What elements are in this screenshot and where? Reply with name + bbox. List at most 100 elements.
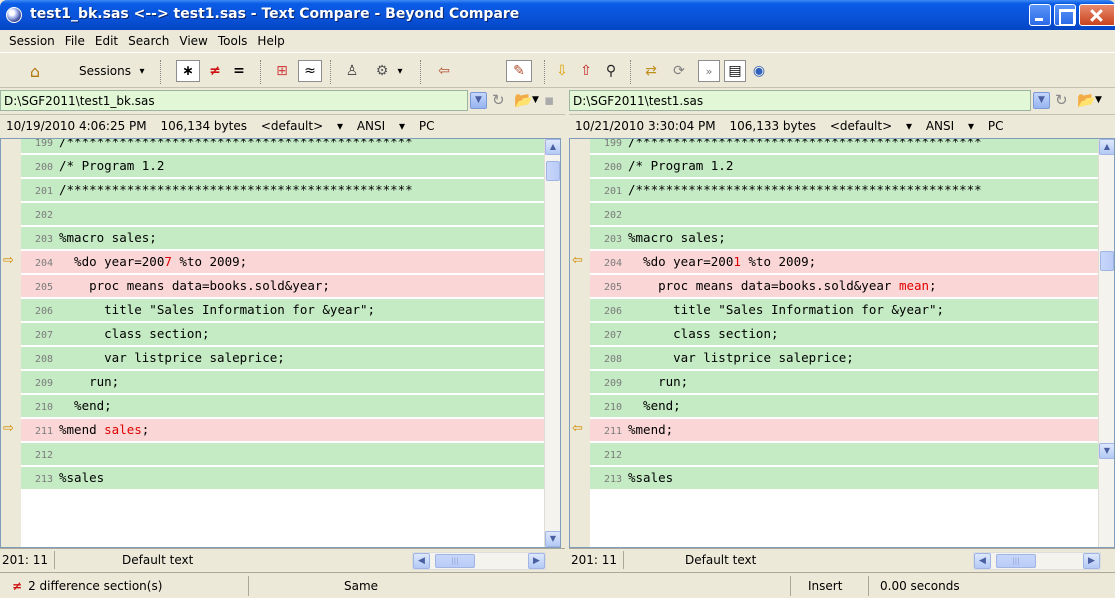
left-path-input[interactable]: D:\SGF2011\test1_bk.sas	[0, 90, 468, 111]
code-line[interactable]: 212	[21, 443, 544, 465]
code-line[interactable]: 204 %do year=2001 %to 2009;	[590, 251, 1098, 273]
code-line[interactable]: 207 class section;	[21, 323, 544, 345]
left-path-dropdown-icon[interactable]: ▼	[470, 92, 487, 109]
code-line[interactable]: 199 /************************************…	[21, 139, 544, 153]
code-line[interactable]: 211 %mend;	[590, 419, 1098, 441]
right-encoding-select[interactable]: ANSI ▾	[926, 119, 974, 133]
code-line[interactable]: 211 %mend sales;	[21, 419, 544, 441]
code-line[interactable]: 202	[590, 203, 1098, 225]
menu-file[interactable]: File	[60, 34, 90, 48]
menu-edit[interactable]: Edit	[90, 34, 123, 48]
code-line[interactable]: 210 %end;	[21, 395, 544, 417]
swap-sides-icon[interactable]: ⇄	[640, 60, 662, 82]
code-line[interactable]: 200 /* Program 1.2	[21, 155, 544, 177]
code-line[interactable]: 199 /************************************…	[590, 139, 1098, 153]
left-vertical-scrollbar[interactable]: ▲ ▼	[544, 139, 560, 547]
right-line-end[interactable]: PC	[988, 119, 1004, 133]
code-line[interactable]: 213 %sales	[21, 467, 544, 489]
left-editor-pane[interactable]: 199 /************************************…	[0, 138, 561, 548]
code-line[interactable]: 212	[590, 443, 1098, 465]
code-line[interactable]: 209 run;	[590, 371, 1098, 393]
left-scroll-right-icon[interactable]: ▶	[528, 553, 545, 569]
code-line[interactable]: 201 /************************************…	[21, 179, 544, 201]
next-diff-icon[interactable]: ⇩	[552, 60, 572, 82]
menu-search[interactable]: Search	[123, 34, 174, 48]
left-line-end[interactable]: PC	[419, 119, 435, 133]
refresh-icon[interactable]: ⟳	[668, 60, 690, 82]
web-icon[interactable]: ◉	[748, 60, 770, 82]
code-line[interactable]: 208 var listprice saleprice;	[21, 347, 544, 369]
code-line[interactable]: 205 proc means data=books.sold&year;	[21, 275, 544, 297]
edit-icon[interactable]: ✎	[506, 60, 532, 82]
context-icon[interactable]: ⊞	[270, 60, 294, 82]
code-line[interactable]: 206 title "Sales Information for &year";	[21, 299, 544, 321]
code-line[interactable]: 206 title "Sales Information for &year";	[590, 299, 1098, 321]
layout-icon[interactable]: ▤	[724, 60, 746, 82]
right-reload-icon[interactable]: ↻	[1055, 91, 1068, 109]
code-line[interactable]: 200 /* Program 1.2	[590, 155, 1098, 177]
copy-right-arrow-icon[interactable]: ⇨	[3, 253, 14, 268]
code-line[interactable]: 209 run;	[21, 371, 544, 393]
right-format-select[interactable]: <default> ▾	[830, 119, 912, 133]
show-diffs-icon[interactable]: ≠	[204, 60, 226, 82]
copy-left-arrow-icon[interactable]: ⇦	[572, 253, 583, 268]
menu-view[interactable]: View	[174, 34, 212, 48]
title-bar[interactable]: test1_bk.sas <--> test1.sas - Text Compa…	[0, 0, 1115, 30]
left-text-mode[interactable]: Default text	[122, 553, 193, 567]
right-path-dropdown-icon[interactable]: ▼	[1033, 92, 1050, 109]
ignore-minor-icon[interactable]: ≈	[298, 60, 322, 82]
copy-right-arrow-icon[interactable]: ⇨	[3, 421, 14, 436]
minimize-button[interactable]	[1029, 4, 1051, 26]
right-hscroll-thumb[interactable]: |||	[996, 554, 1036, 568]
rules-icon[interactable]: ♙	[340, 60, 364, 82]
code-line[interactable]: 201 /************************************…	[590, 179, 1098, 201]
right-open-folder-icon[interactable]: 📂	[1077, 91, 1096, 109]
right-scroll-right-icon[interactable]: ▶	[1083, 553, 1100, 569]
right-scroll-left-icon[interactable]: ◀	[974, 553, 991, 569]
code-line[interactable]: 202	[21, 203, 544, 225]
menu-help[interactable]: Help	[252, 34, 289, 48]
right-vertical-scrollbar[interactable]: ▲ ▼	[1098, 139, 1114, 547]
left-horizontal-scrollbar[interactable]: ◀ ||| ▶	[412, 552, 546, 570]
code-line[interactable]: 203 %macro sales;	[21, 227, 544, 249]
prev-diff-icon[interactable]: ⇧	[576, 60, 596, 82]
code-line[interactable]: 203 %macro sales;	[590, 227, 1098, 249]
app-icon[interactable]	[6, 7, 22, 23]
left-hscroll-thumb[interactable]: |||	[435, 554, 475, 568]
left-save-icon[interactable]: ▪	[544, 91, 554, 109]
sessions-button[interactable]: Sessions	[74, 60, 136, 82]
left-scroll-thumb[interactable]	[546, 161, 560, 181]
home-icon[interactable]: ⌂	[22, 60, 48, 82]
right-scroll-thumb[interactable]	[1100, 251, 1114, 271]
left-encoding-select[interactable]: ANSI ▾	[357, 119, 405, 133]
maximize-button[interactable]	[1054, 4, 1076, 26]
find-icon[interactable]: ⚲	[600, 60, 622, 82]
copy-left-arrow-icon[interactable]: ⇦	[572, 421, 583, 436]
code-line[interactable]: 207 class section;	[590, 323, 1098, 345]
left-reload-icon[interactable]: ↻	[492, 91, 505, 109]
left-open-folder-icon[interactable]: 📂	[514, 91, 533, 109]
right-scroll-up-icon[interactable]: ▲	[1099, 139, 1114, 155]
menu-session[interactable]: Session	[4, 34, 60, 48]
show-same-icon[interactable]: =	[228, 60, 250, 82]
right-editor-pane[interactable]: 199 /************************************…	[569, 138, 1115, 548]
show-all-icon[interactable]: ∗	[176, 60, 200, 82]
right-path-input[interactable]: D:\SGF2011\test1.sas	[569, 90, 1031, 111]
copy-to-left-icon[interactable]: ⇦	[432, 60, 456, 82]
right-folder-dropdown-icon[interactable]: ▼	[1095, 95, 1102, 105]
format-dropdown-icon[interactable]: ▾	[394, 60, 406, 82]
menu-tools[interactable]: Tools	[213, 34, 253, 48]
left-folder-dropdown-icon[interactable]: ▼	[532, 95, 539, 105]
left-format-select[interactable]: <default> ▾	[261, 119, 343, 133]
left-scroll-left-icon[interactable]: ◀	[413, 553, 430, 569]
code-line[interactable]: 205 proc means data=books.sold&year mean…	[590, 275, 1098, 297]
code-line[interactable]: 213 %sales	[590, 467, 1098, 489]
code-line[interactable]: 210 %end;	[590, 395, 1098, 417]
sessions-dropdown-icon[interactable]: ▾	[136, 60, 148, 82]
right-scroll-down-icon[interactable]: ▼	[1099, 443, 1114, 459]
code-line[interactable]: 208 var listprice saleprice;	[590, 347, 1098, 369]
left-scroll-up-icon[interactable]: ▲	[545, 139, 560, 155]
expand-icon[interactable]: »	[698, 60, 720, 82]
code-line[interactable]: 204 %do year=2007 %to 2009;	[21, 251, 544, 273]
right-horizontal-scrollbar[interactable]: ◀ ||| ▶	[973, 552, 1101, 570]
